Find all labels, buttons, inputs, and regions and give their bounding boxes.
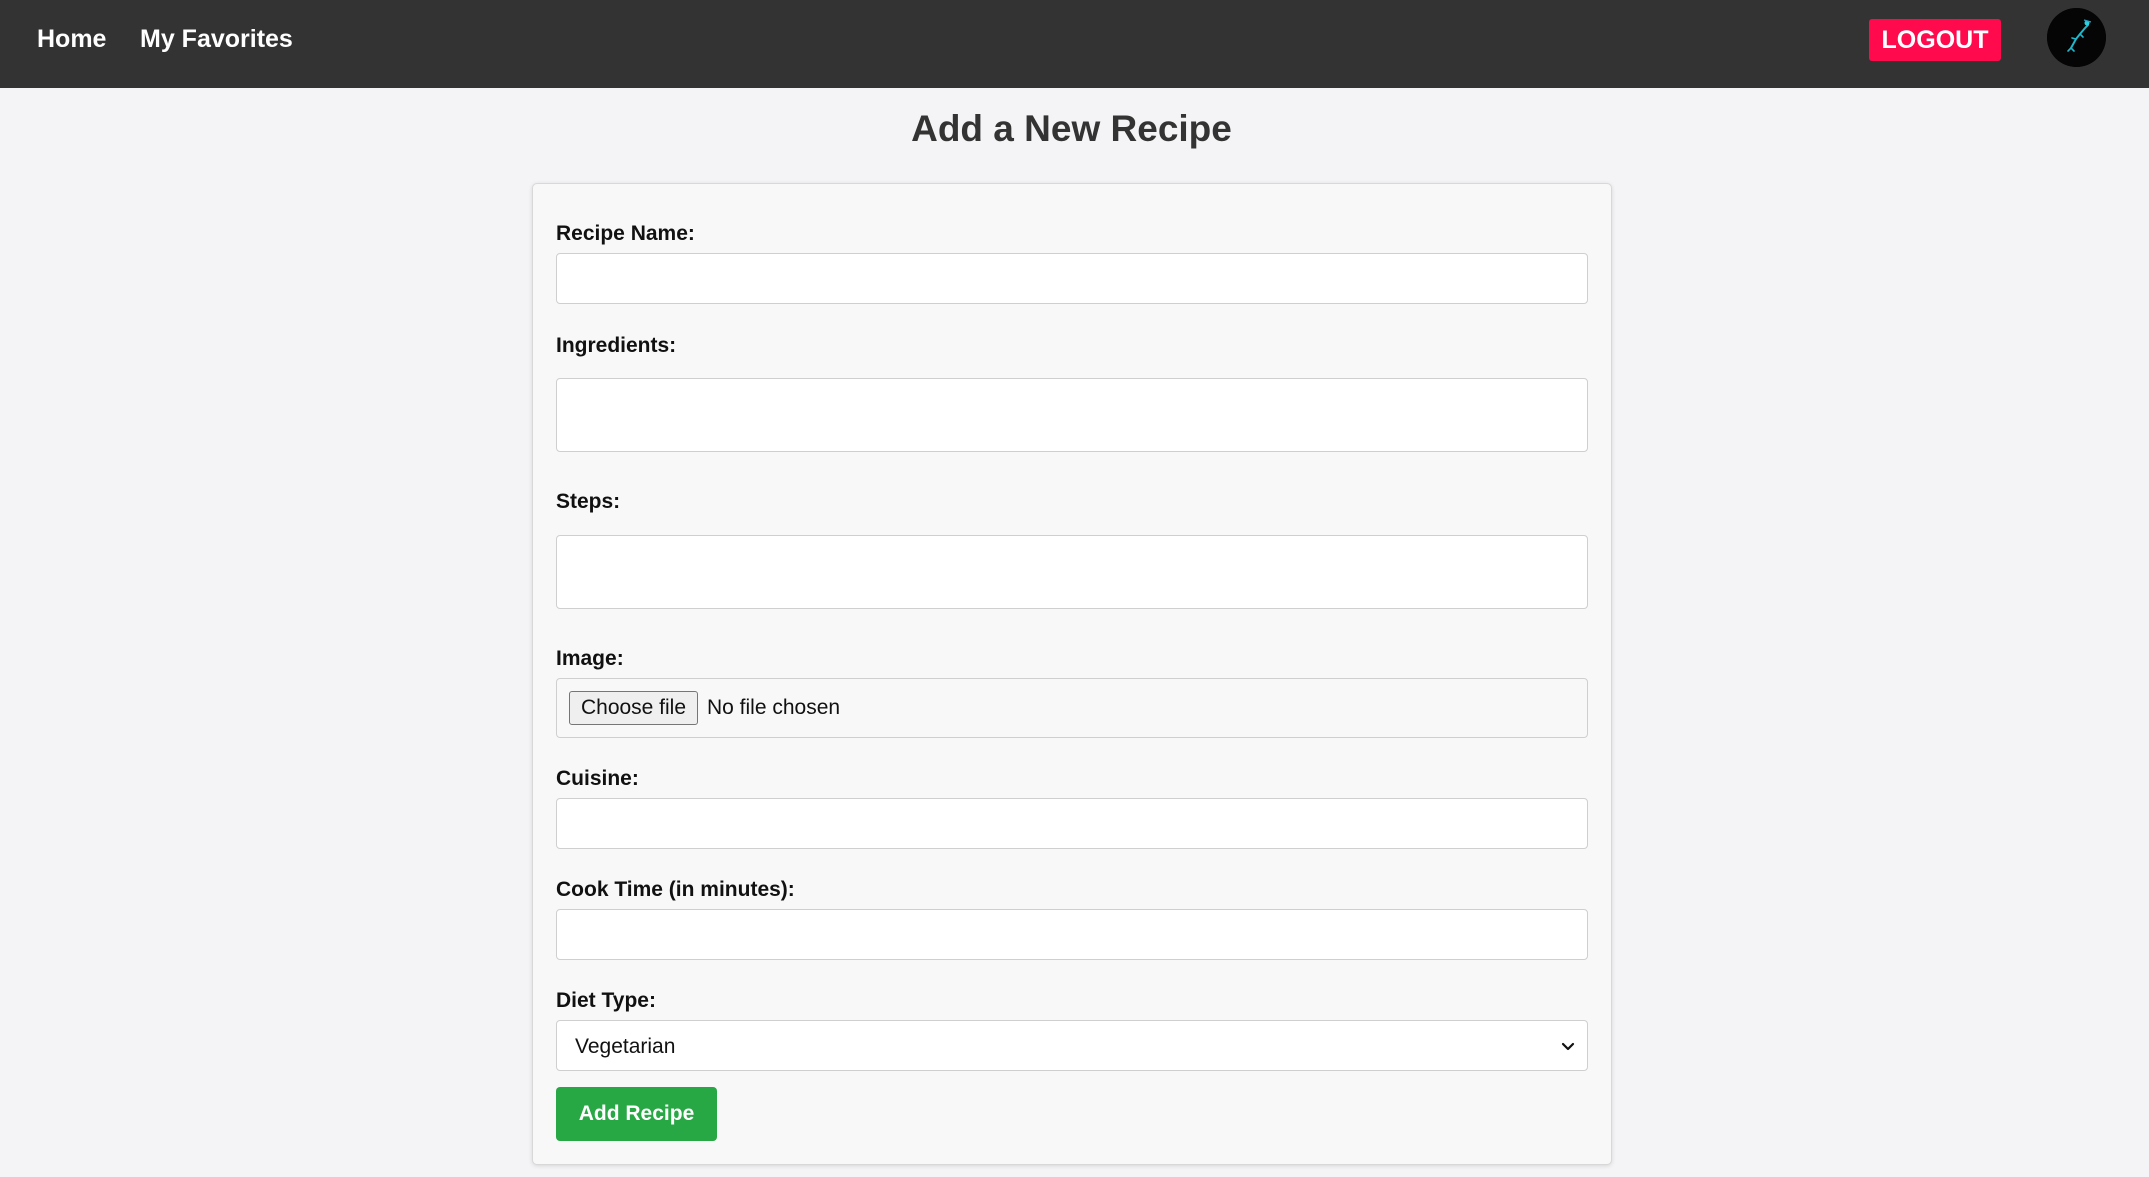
steps-textarea[interactable] [556, 535, 1588, 609]
cook-time-input[interactable] [556, 909, 1588, 960]
recipe-name-label: Recipe Name: [556, 222, 695, 245]
file-status-text: No file chosen [707, 696, 841, 719]
ingredients-textarea[interactable] [556, 378, 1588, 452]
add-recipe-button[interactable]: Add Recipe [556, 1087, 717, 1141]
logout-button[interactable]: LOGOUT [1869, 19, 2001, 61]
top-navbar: Home My Favorites LOGOUT [0, 0, 2149, 88]
cook-time-label: Cook Time (in minutes): [556, 878, 795, 901]
cuisine-input[interactable] [556, 798, 1588, 849]
image-label: Image: [556, 647, 624, 670]
user-avatar-icon[interactable] [2047, 8, 2106, 67]
cuisine-label: Cuisine: [556, 767, 639, 790]
steps-label: Steps: [556, 490, 621, 513]
diet-type-label: Diet Type: [556, 989, 656, 1012]
nav-home-link[interactable]: Home [37, 25, 106, 54]
diet-type-selected-value: Vegetarian [575, 1035, 676, 1058]
chevron-down-icon [1561, 1042, 1575, 1051]
diet-type-select[interactable]: Vegetarian [556, 1020, 1588, 1071]
add-recipe-form: Recipe Name: Ingredients: Steps: Image: … [532, 183, 1612, 1165]
image-file-input: Choose file No file chosen [556, 678, 1588, 738]
choose-file-button[interactable]: Choose file [569, 691, 698, 725]
ingredients-label: Ingredients: [556, 334, 677, 357]
page-title: Add a New Recipe [911, 108, 1232, 149]
recipe-name-input[interactable] [556, 253, 1588, 304]
nav-favorites-link[interactable]: My Favorites [140, 25, 293, 54]
